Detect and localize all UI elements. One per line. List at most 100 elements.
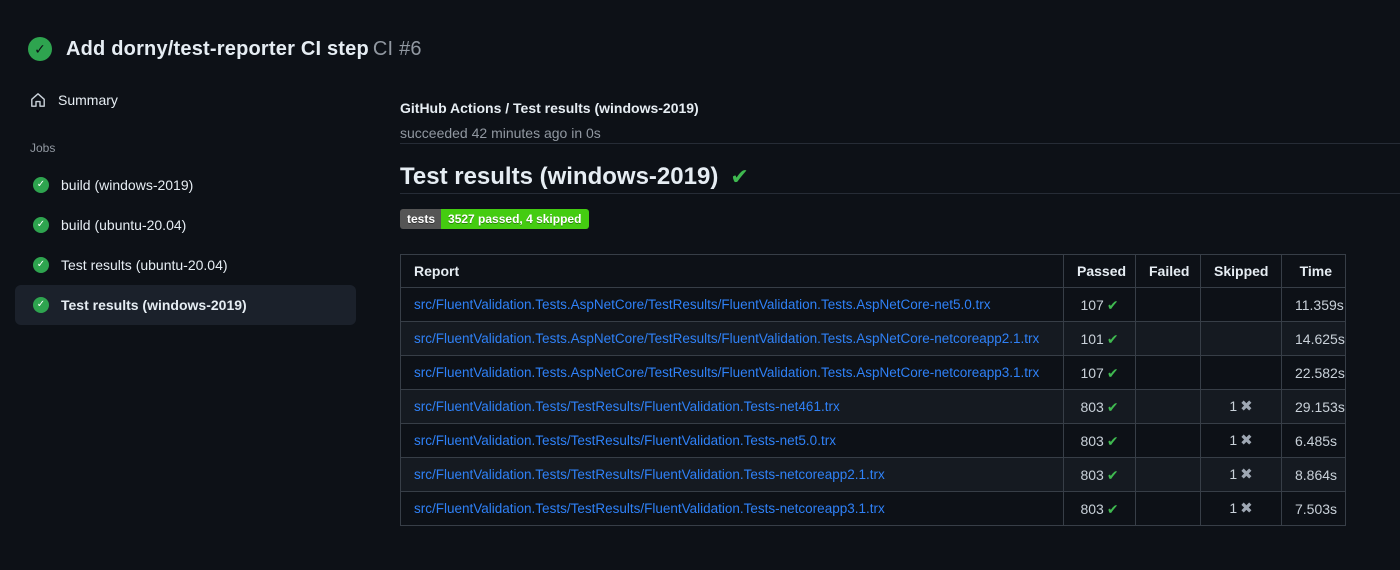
job-success-check-icon: ✓ <box>33 217 49 233</box>
passed-cell: 803 ✔ <box>1063 389 1136 424</box>
sidebar-item-job-1[interactable]: ✓ build (ubuntu-20.04) <box>15 205 356 245</box>
table-row: src/FluentValidation.Tests.AspNetCore/Te… <box>400 355 1346 390</box>
report-cell: src/FluentValidation.Tests/TestResults/F… <box>400 457 1064 492</box>
page-title: Add dorny/test-reporter CI step CI #6 <box>66 38 422 61</box>
job-label: Test results (windows-2019) <box>61 297 247 313</box>
job-label: build (windows-2019) <box>61 177 194 193</box>
check-run-status: succeeded 42 minutes ago in 0s <box>400 125 601 141</box>
passed-check-icon: ✔ <box>1106 500 1119 517</box>
report-cell: src/FluentValidation.Tests/TestResults/F… <box>400 389 1064 424</box>
skipped-count: 1 <box>1229 398 1238 414</box>
table-row: src/FluentValidation.Tests.AspNetCore/Te… <box>400 287 1346 322</box>
passed-count: 107 <box>1080 364 1104 381</box>
report-link[interactable]: src/FluentValidation.Tests/TestResults/F… <box>414 501 885 516</box>
table-header-row: Report Passed Failed Skipped Time <box>400 254 1346 288</box>
failed-cell <box>1135 287 1201 322</box>
time-cell: 22.582s <box>1281 355 1346 390</box>
table-row: src/FluentValidation.Tests/TestResults/F… <box>400 457 1346 492</box>
failed-cell <box>1135 457 1201 492</box>
failed-cell <box>1135 355 1201 390</box>
home-icon <box>30 92 46 108</box>
sidebar-item-job-0[interactable]: ✓ build (windows-2019) <box>15 165 356 205</box>
table-row: src/FluentValidation.Tests/TestResults/F… <box>400 423 1346 458</box>
sidebar-item-job-2[interactable]: ✓ Test results (ubuntu-20.04) <box>15 245 356 285</box>
heading-success-check-icon: ✔ <box>730 164 749 189</box>
skipped-cell: 1 ✖ <box>1200 423 1282 458</box>
passed-cell: 803 ✔ <box>1063 423 1136 458</box>
passed-check-icon: ✔ <box>1106 296 1119 313</box>
divider-top <box>400 143 1400 144</box>
skipped-count: 1 <box>1229 432 1238 448</box>
passed-count: 803 <box>1080 500 1104 517</box>
passed-count: 803 <box>1080 466 1104 483</box>
report-link[interactable]: src/FluentValidation.Tests.AspNetCore/Te… <box>414 365 1039 380</box>
skipped-x-icon: ✖ <box>1240 432 1253 449</box>
column-header-failed: Failed <box>1135 254 1201 288</box>
failed-cell <box>1135 389 1201 424</box>
report-link[interactable]: src/FluentValidation.Tests/TestResults/F… <box>414 467 885 482</box>
table-row: src/FluentValidation.Tests/TestResults/F… <box>400 389 1346 424</box>
time-cell: 8.864s <box>1281 457 1346 492</box>
table-row: src/FluentValidation.Tests/TestResults/F… <box>400 491 1346 526</box>
column-header-report: Report <box>400 254 1064 288</box>
passed-check-icon: ✔ <box>1106 432 1119 449</box>
passed-count: 101 <box>1080 330 1104 347</box>
time-cell: 11.359s <box>1281 287 1346 322</box>
job-success-check-icon: ✓ <box>33 257 49 273</box>
run-title: Add dorny/test-reporter CI step <box>66 37 369 60</box>
run-success-check-icon: ✓ <box>28 37 52 61</box>
skipped-cell <box>1200 355 1282 390</box>
column-header-time: Time <box>1281 254 1346 288</box>
report-cell: src/FluentValidation.Tests.AspNetCore/Te… <box>400 321 1064 356</box>
column-header-skipped: Skipped <box>1200 254 1282 288</box>
badge-value: 3527 passed, 4 skipped <box>441 209 590 229</box>
skipped-cell <box>1200 287 1282 322</box>
sidebar-summary-label: Summary <box>58 92 118 108</box>
skipped-count: 1 <box>1229 466 1238 482</box>
badge-label: tests <box>400 209 442 229</box>
report-link[interactable]: src/FluentValidation.Tests.AspNetCore/Te… <box>414 331 1039 346</box>
job-success-check-icon: ✓ <box>33 177 49 193</box>
jobs-sidebar: Summary Jobs ✓ build (windows-2019) ✓ build… <box>0 70 370 325</box>
failed-cell <box>1135 423 1201 458</box>
job-success-check-icon: ✓ <box>33 297 49 313</box>
sidebar-item-job-3[interactable]: ✓ Test results (windows-2019) <box>15 285 356 325</box>
check-header: GitHub Actions / Test results (windows-2… <box>400 98 1400 143</box>
jobs-section-label: Jobs <box>30 141 56 155</box>
section-heading-text: Test results (windows-2019) <box>400 163 719 190</box>
passed-count: 803 <box>1080 432 1104 449</box>
section-heading: Test results (windows-2019) ✔ <box>400 161 1400 193</box>
divider-heading <box>400 193 1400 194</box>
report-cell: src/FluentValidation.Tests/TestResults/F… <box>400 423 1064 458</box>
passed-cell: 803 ✔ <box>1063 491 1136 526</box>
report-link[interactable]: src/FluentValidation.Tests.AspNetCore/Te… <box>414 297 991 312</box>
time-cell: 6.485s <box>1281 423 1346 458</box>
report-link[interactable]: src/FluentValidation.Tests/TestResults/F… <box>414 399 840 414</box>
passed-cell: 803 ✔ <box>1063 457 1136 492</box>
tests-badge: tests 3527 passed, 4 skipped <box>400 209 590 229</box>
skipped-x-icon: ✖ <box>1240 500 1253 517</box>
passed-count: 107 <box>1080 296 1104 313</box>
passed-cell: 107 ✔ <box>1063 355 1136 390</box>
main-content: GitHub Actions / Test results (windows-2… <box>370 70 1400 526</box>
check-run-page: ✓ Add dorny/test-reporter CI step CI #6 S… <box>0 0 1400 570</box>
skipped-count: 1 <box>1229 500 1238 516</box>
report-link[interactable]: src/FluentValidation.Tests/TestResults/F… <box>414 433 836 448</box>
failed-cell <box>1135 321 1201 356</box>
time-cell: 14.625s <box>1281 321 1346 356</box>
passed-check-icon: ✔ <box>1106 466 1119 483</box>
run-number: CI #6 <box>372 37 422 60</box>
passed-count: 803 <box>1080 398 1104 415</box>
test-results-table: Report Passed Failed Skipped Time src/Fluent… <box>400 254 1346 526</box>
skipped-x-icon: ✖ <box>1240 398 1253 415</box>
jobs-list: ✓ build (windows-2019) ✓ build (ubuntu-20.0… <box>15 165 356 325</box>
failed-cell <box>1135 491 1201 526</box>
skipped-cell: 1 ✖ <box>1200 457 1282 492</box>
check-run-title: GitHub Actions / Test results (windows-2… <box>400 100 699 116</box>
job-label: Test results (ubuntu-20.04) <box>61 257 228 273</box>
sidebar-item-summary[interactable]: Summary <box>15 87 356 113</box>
column-header-passed: Passed <box>1063 254 1136 288</box>
table-body: src/FluentValidation.Tests.AspNetCore/Te… <box>400 287 1346 526</box>
passed-check-icon: ✔ <box>1106 398 1119 415</box>
report-cell: src/FluentValidation.Tests.AspNetCore/Te… <box>400 287 1064 322</box>
